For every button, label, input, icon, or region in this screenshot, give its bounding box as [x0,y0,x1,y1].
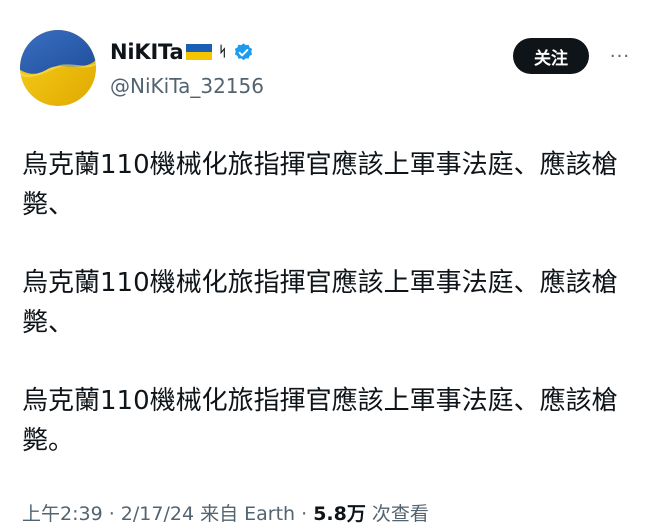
author-handle[interactable]: @NiKiTa_32156 [110,74,264,98]
tweet-header: NiKITa ᛋ @NiKiTa_32156 关注 ··· [20,28,642,108]
tweet-paragraph: 烏克蘭110機械化旅指揮官應該上軍事法庭、應該槍斃。 [22,386,618,456]
tweet-date[interactable]: 2/17/24 [121,503,194,525]
more-options-icon[interactable]: ··· [606,42,634,70]
verified-badge-icon [233,42,254,63]
ukraine-flag-avatar-icon [20,30,96,106]
author-names: NiKITa ᛋ @NiKiTa_32156 [110,38,264,98]
tweet-text: 烏克蘭110機械化旅指揮官應該上軍事法庭、應該槍斃、 烏克蘭110機械化旅指揮官… [22,145,642,499]
ukraine-flag-icon [186,43,213,61]
follow-button[interactable]: 关注 [513,38,589,74]
name-row: NiKITa ᛋ [110,38,264,66]
avatar[interactable] [20,30,96,106]
tweet-paragraph: 烏克蘭110機械化旅指揮官應該上軍事法庭、應該槍斃、 [22,268,618,338]
tweet-source: 来自 Earth [194,503,296,525]
tweet-meta: 上午2:39 · 2/17/24 来自 Earth · 5.8万 次查看 [22,499,429,526]
tweet-time[interactable]: 上午2:39 [22,503,103,525]
views-label: 次查看 [365,503,429,525]
meta-separator: · [102,503,121,525]
views-count: 5.8万 [313,503,366,525]
tweet-paragraph: 烏克蘭110機械化旅指揮官應該上軍事法庭、應該槍斃、 [22,150,618,220]
author-display-name[interactable]: NiKITa [110,40,184,64]
rune-tag-icon: ᛋ [218,44,227,60]
meta-separator: · [295,503,314,525]
